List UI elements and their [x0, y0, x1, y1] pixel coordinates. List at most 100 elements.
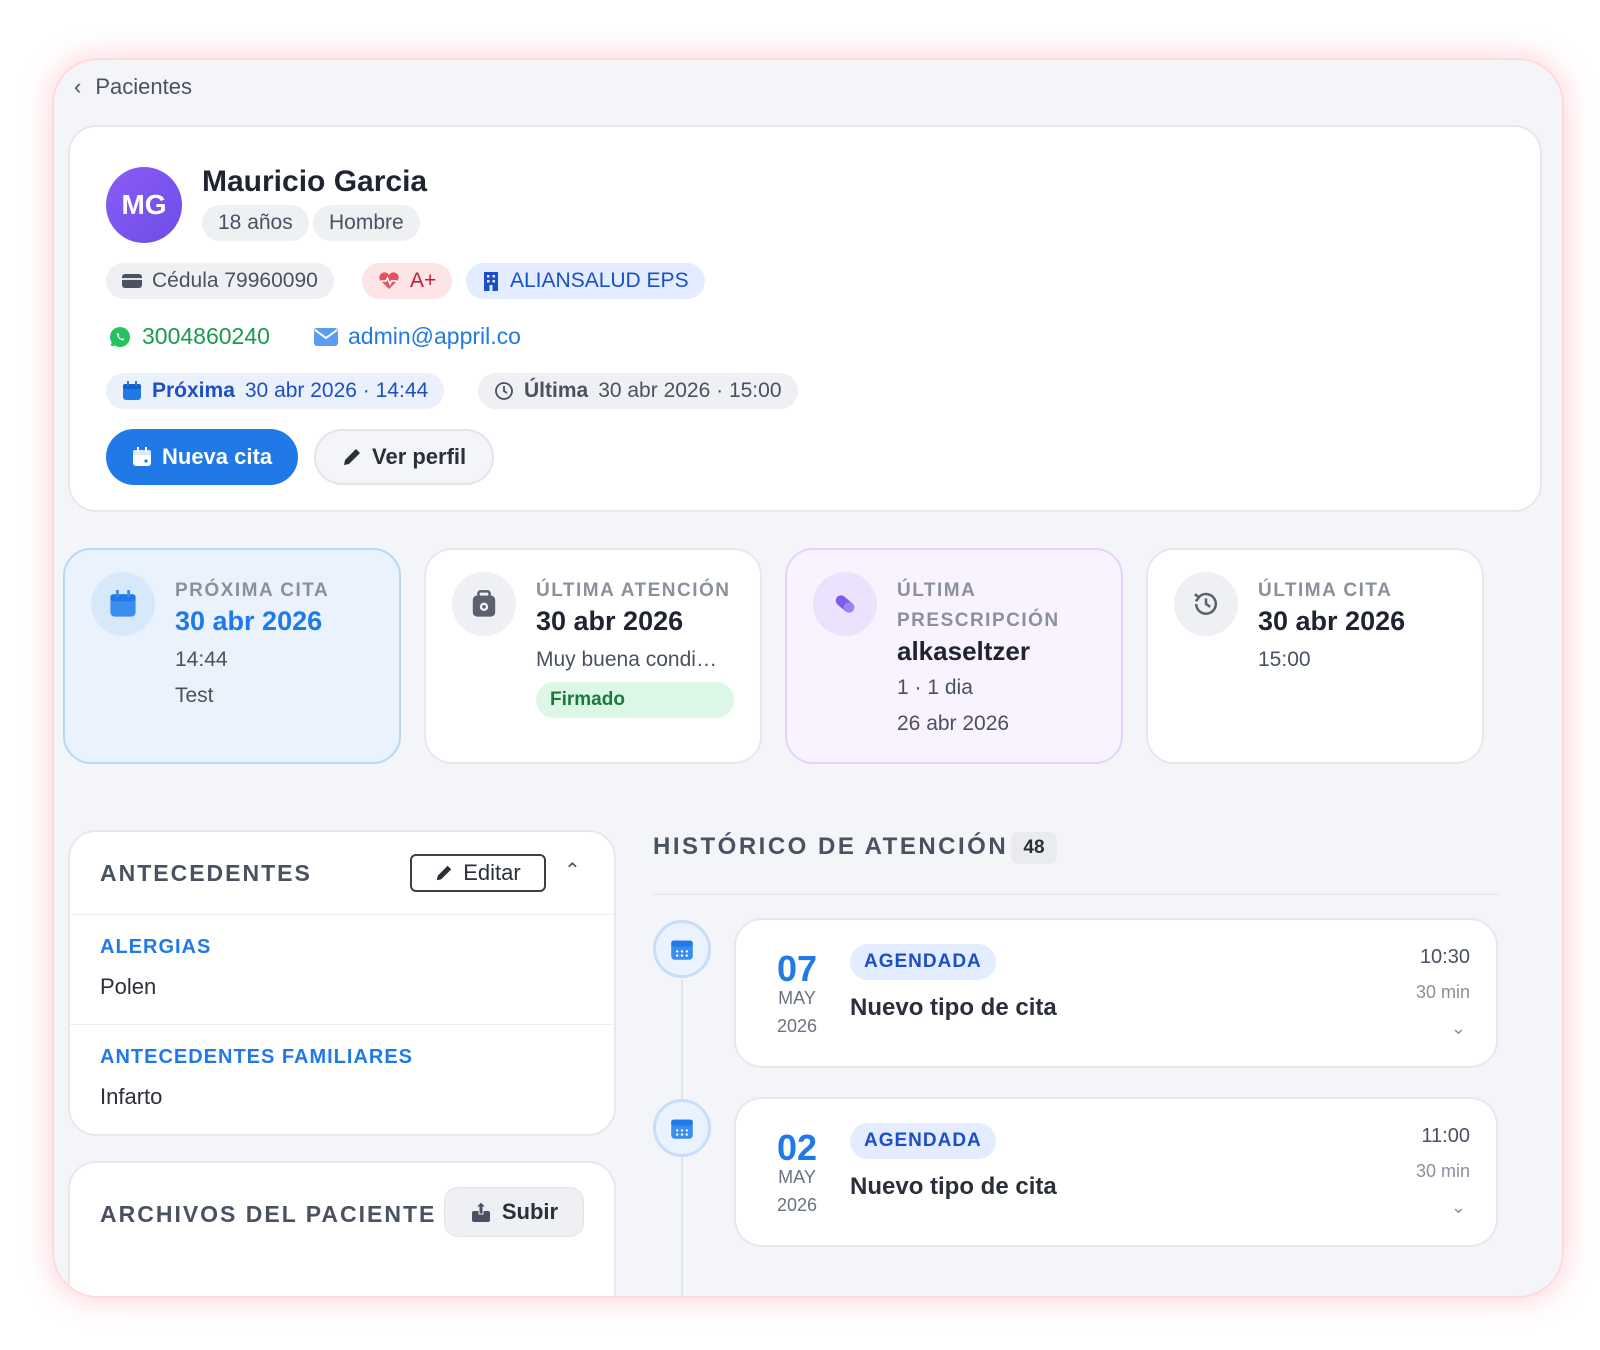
chevron-down-icon[interactable]: ⌄ [1451, 1197, 1466, 1218]
patient-detail-window: ‹ Pacientes MG Mauricio Garcia 18 años H… [54, 60, 1562, 1296]
chevron-up-icon[interactable]: ⌃ [564, 858, 581, 883]
calendar-icon [91, 572, 155, 636]
last-appointment-label: ÚLTIMA CITA [1258, 580, 1393, 601]
antecedentes-panel: ANTECEDENTES Editar ⌃ ALERGIAS Polen ANT… [68, 830, 616, 1136]
divider [70, 914, 614, 915]
history-count-badge: 48 [1011, 832, 1057, 864]
last-value: 30 abr 2026 · 15:00 [598, 379, 782, 402]
antecedentes-title: ANTECEDENTES [100, 860, 312, 886]
sex-pill: Hombre [313, 205, 420, 241]
patient-files-panel: ARCHIVOS DEL PACIENTE Subir [68, 1161, 616, 1296]
appt-month: MAY [778, 988, 816, 1008]
calendar-plus-icon [133, 447, 151, 466]
last-appointment-card[interactable]: ÚLTIMA CITA 30 abr 2026 15:00 [1146, 548, 1484, 764]
back-label: Pacientes [95, 74, 192, 99]
upload-label: Subir [501, 1199, 559, 1224]
status-badge: AGENDADA [850, 1123, 996, 1159]
prescription-date: 26 abr 2026 [897, 712, 1010, 735]
appt-day: 02 [776, 1127, 818, 1168]
last-attention-label: ÚLTIMA ATENCIÓN [536, 580, 731, 601]
family-history-label: ANTECEDENTES FAMILIARES [100, 1046, 414, 1068]
email-text: admin@appril.co [348, 323, 521, 349]
family-history-value: Infarto [100, 1084, 163, 1109]
edit-button[interactable]: Editar [410, 854, 546, 892]
pencil-icon [437, 865, 452, 881]
patient-name: Mauricio Garcia [202, 165, 428, 198]
chevron-down-icon[interactable]: ⌄ [1451, 1018, 1466, 1039]
chevron-left-icon: ‹ [74, 74, 82, 99]
last-appointment-date: 30 abr 2026 [1258, 606, 1406, 636]
next-appointment-label: PRÓXIMA CITA [175, 580, 330, 601]
appt-duration: 30 min [1415, 1161, 1470, 1181]
id-text: Cédula 79960090 [152, 269, 318, 292]
next-appt-pill: Próxima 30 abr 2026 · 14:44 [106, 373, 445, 409]
appt-duration: 30 min [1415, 982, 1470, 1002]
signed-badge: Firmado [536, 682, 734, 718]
appt-time: 11:00 [1421, 1125, 1470, 1147]
blood-type-pill: A+ [362, 263, 453, 299]
appt-day: 07 [776, 948, 818, 989]
divider [70, 1024, 614, 1025]
whatsapp-icon [110, 326, 130, 347]
building-icon [484, 272, 498, 291]
appt-year: 2026 [776, 1016, 818, 1036]
back-link[interactable]: ‹ Pacientes [74, 74, 192, 100]
last-appt-pill: Última 30 abr 2026 · 15:00 [478, 373, 798, 409]
next-appointment-time: 14:44 [175, 648, 228, 671]
history-icon [495, 382, 513, 400]
last-attention-note: Muy buena condi… [536, 648, 717, 671]
eps-text: ALIANSALUD EPS [510, 269, 689, 292]
new-appointment-button[interactable]: Nueva cita [106, 429, 299, 485]
appt-month: MAY [778, 1167, 816, 1187]
allergies-label: ALERGIAS [100, 936, 212, 958]
id-pill: Cédula 79960090 [106, 263, 334, 299]
timeline-calendar-icon [653, 920, 711, 978]
appt-year: 2026 [776, 1195, 818, 1215]
medical-bag-icon [452, 572, 516, 636]
next-appointment-note: Test [175, 684, 214, 707]
appt-type: Nuevo tipo de cita [850, 1173, 1057, 1200]
phone-link[interactable]: 3004860240 [108, 323, 270, 350]
heart-pulse-icon [379, 272, 399, 289]
last-appointment-time: 15:00 [1258, 648, 1311, 671]
blood-text: A+ [410, 269, 437, 292]
appt-type: Nuevo tipo de cita [850, 994, 1057, 1021]
phone-text: 3004860240 [142, 323, 270, 349]
history-item[interactable]: 07 MAY 2026 AGENDADA Nuevo tipo de cita … [734, 918, 1498, 1068]
timeline-calendar-icon [653, 1099, 711, 1157]
calendar-icon [123, 381, 141, 400]
next-appointment-date: 30 abr 2026 [175, 606, 323, 636]
history-icon [1174, 572, 1238, 636]
upload-icon [471, 1201, 490, 1222]
email-link[interactable]: admin@appril.co [314, 323, 521, 350]
next-label: Próxima [152, 379, 235, 402]
new-appointment-label: Nueva cita [162, 444, 273, 469]
pencil-icon [344, 449, 360, 465]
last-attention-date: 30 abr 2026 [536, 606, 684, 636]
next-value: 30 abr 2026 · 14:44 [244, 379, 429, 402]
last-attention-card[interactable]: ÚLTIMA ATENCIÓN 30 abr 2026 Muy buena co… [424, 548, 762, 764]
avatar: MG [106, 167, 182, 243]
prescription-drug: alkaseltzer [897, 636, 1030, 666]
divider [653, 893, 1499, 895]
view-profile-button[interactable]: Ver perfil [314, 429, 495, 485]
next-appointment-card[interactable]: PRÓXIMA CITA 30 abr 2026 14:44 Test [63, 548, 401, 764]
allergies-value: Polen [100, 974, 157, 999]
prescription-dose: 1 · 1 dia [897, 676, 973, 699]
last-prescription-card[interactable]: ÚLTIMA PRESCRIPCIÓN alkaseltzer 1 · 1 di… [785, 548, 1123, 764]
last-label: Última [524, 379, 589, 402]
mail-icon [314, 327, 338, 346]
view-profile-label: Ver perfil [372, 444, 467, 469]
age-pill: 18 años [202, 205, 309, 241]
pill-icon [813, 572, 877, 636]
patient-header-card: MG Mauricio Garcia 18 años Hombre Cédula… [68, 125, 1542, 512]
id-card-icon [122, 274, 142, 288]
files-title: ARCHIVOS DEL PACIENTE [100, 1201, 437, 1227]
appt-time: 10:30 [1419, 946, 1470, 968]
status-badge: AGENDADA [850, 944, 996, 980]
edit-label: Editar [463, 860, 521, 885]
upload-button[interactable]: Subir [444, 1187, 584, 1237]
last-prescription-label: ÚLTIMA PRESCRIPCIÓN [897, 580, 1060, 631]
eps-pill: ALIANSALUD EPS [466, 263, 705, 299]
history-item[interactable]: 02 MAY 2026 AGENDADA Nuevo tipo de cita … [734, 1097, 1498, 1247]
